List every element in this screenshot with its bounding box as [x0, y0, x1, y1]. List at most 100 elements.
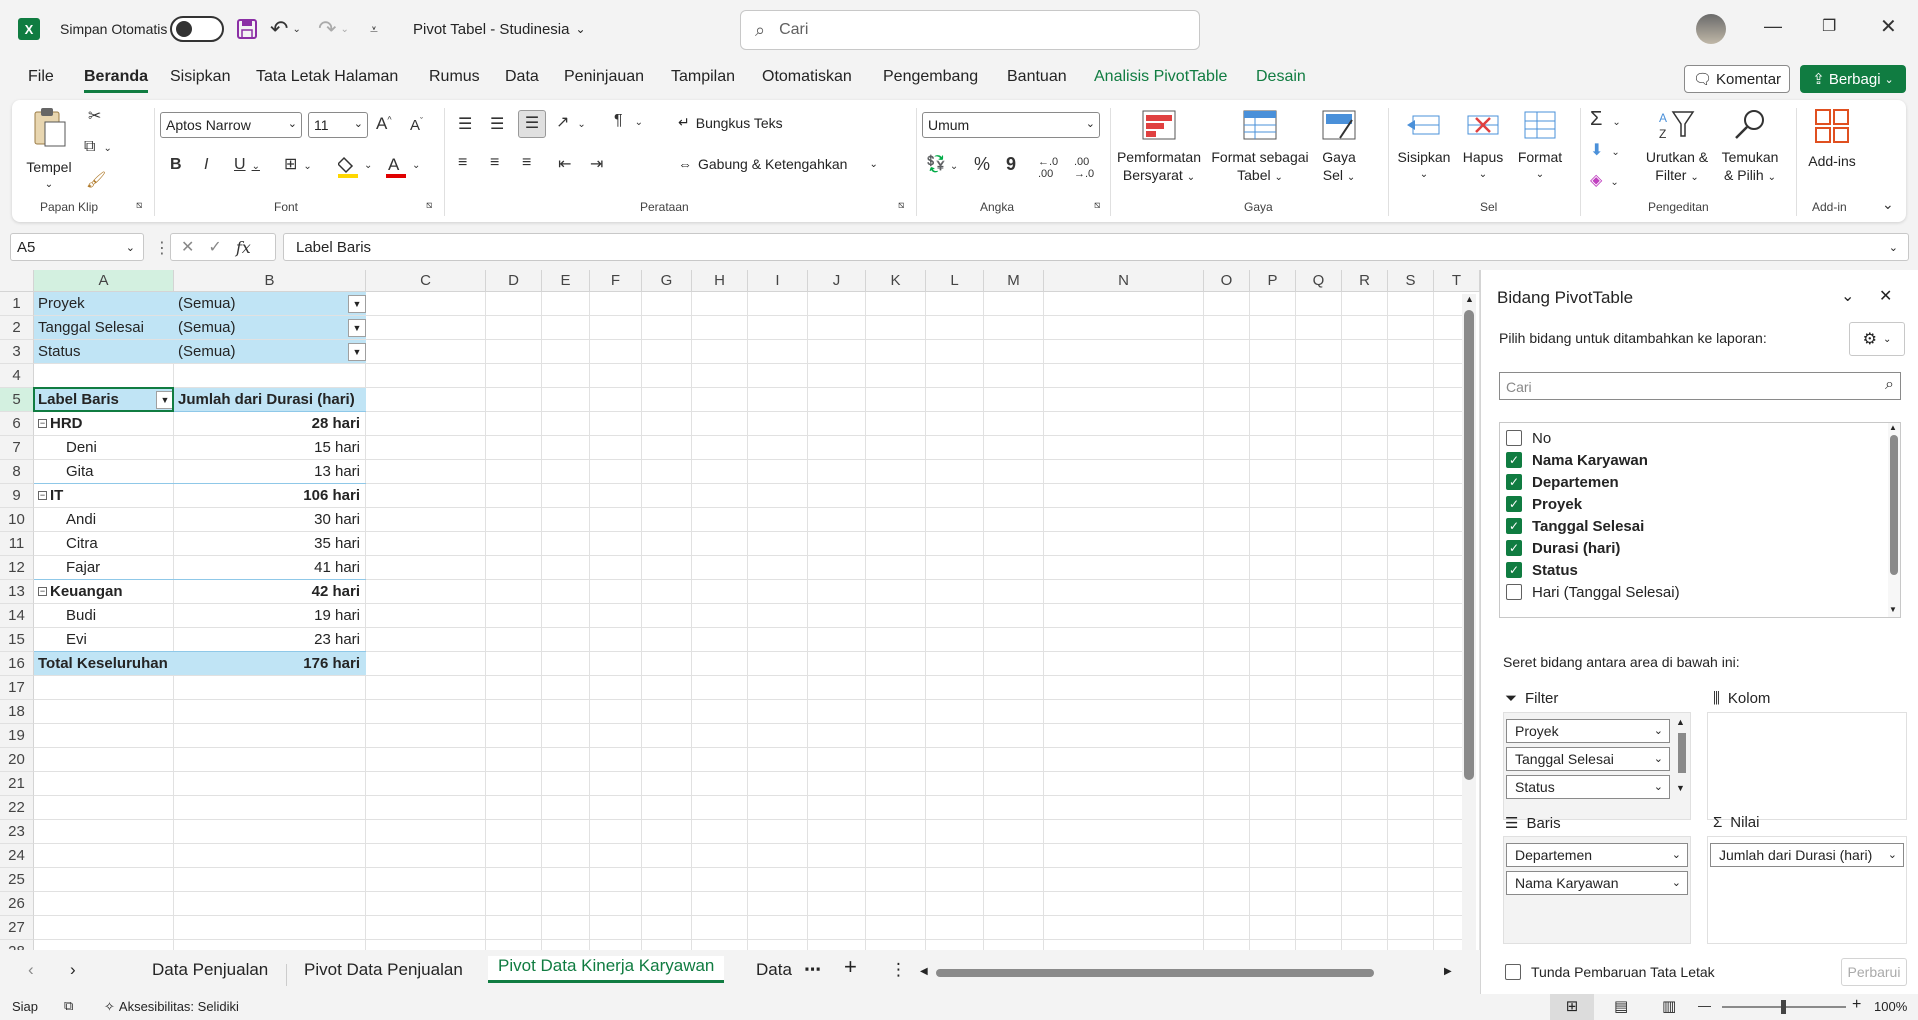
- column-header[interactable]: B: [174, 270, 366, 292]
- tab-bantuan[interactable]: Bantuan: [1007, 68, 1067, 86]
- underline-icon[interactable]: U ⌄: [234, 156, 260, 174]
- filter-scroll-thumb[interactable]: [1678, 733, 1686, 773]
- tab-tampilan[interactable]: Tampilan: [671, 68, 735, 86]
- align-center-icon[interactable]: ≡: [490, 154, 499, 172]
- customize-qat-icon[interactable]: ⩡: [370, 0, 378, 58]
- minimize-icon[interactable]: —: [1764, 16, 1782, 37]
- row-header[interactable]: 28: [0, 940, 34, 950]
- number-format-select[interactable]: Umum ⌄: [922, 112, 1100, 138]
- column-header[interactable]: K: [866, 270, 926, 292]
- item-label[interactable]: Fajar: [66, 556, 170, 580]
- row-header[interactable]: 10: [0, 508, 34, 532]
- tab-file[interactable]: File: [28, 68, 54, 86]
- fill-icon[interactable]: ⬇ ⌄: [1590, 140, 1620, 160]
- align-top-icon[interactable]: ☰: [458, 114, 472, 134]
- group-value[interactable]: 106 hari: [178, 484, 362, 508]
- item-label[interactable]: Andi: [66, 508, 170, 532]
- percent-icon[interactable]: %: [974, 154, 990, 175]
- sheet-tab-pivot-data-penjualan[interactable]: Pivot Data Penjualan: [304, 960, 463, 980]
- group-label[interactable]: Keuangan: [50, 580, 170, 604]
- checkbox-checked-icon[interactable]: ✓: [1506, 474, 1522, 490]
- scroll-left-icon[interactable]: ◀: [920, 966, 928, 977]
- row-header[interactable]: 27: [0, 916, 34, 940]
- row-header[interactable]: 19: [0, 724, 34, 748]
- field-item[interactable]: ✓ Proyek: [1506, 493, 1582, 515]
- sheet-tab-data[interactable]: Data: [756, 960, 792, 980]
- paste-button[interactable]: Tempel ⌄: [24, 106, 74, 194]
- row-header[interactable]: 3: [0, 340, 34, 364]
- values-area[interactable]: Jumlah dari Durasi (hari) ⌄: [1707, 836, 1907, 944]
- column-header[interactable]: G: [642, 270, 692, 292]
- column-header[interactable]: R: [1342, 270, 1388, 292]
- field-search-input[interactable]: Cari ⌕: [1499, 372, 1901, 400]
- checkbox-checked-icon[interactable]: ✓: [1506, 518, 1522, 534]
- item-value[interactable]: 15 hari: [178, 436, 362, 460]
- filter-dropdown-icon[interactable]: ▼: [348, 295, 366, 313]
- group-label[interactable]: IT: [50, 484, 170, 508]
- autosum-icon[interactable]: Σ ⌄: [1590, 108, 1621, 131]
- filter-value[interactable]: (Semua): [178, 292, 362, 316]
- scroll-up-icon[interactable]: ▲: [1465, 294, 1474, 304]
- tab-tata-letak[interactable]: Tata Letak Halaman: [256, 68, 398, 86]
- row-header[interactable]: 26: [0, 892, 34, 916]
- row-header[interactable]: 23: [0, 820, 34, 844]
- borders-icon[interactable]: ⊞ ⌄: [284, 154, 312, 174]
- horizontal-scrollbar[interactable]: ◀ ▶: [920, 966, 1458, 980]
- format-as-table-button[interactable]: Format sebagai Tabel ⌄: [1210, 110, 1310, 187]
- checkbox-checked-icon[interactable]: ✓: [1506, 496, 1522, 512]
- filter-label[interactable]: Status: [38, 340, 170, 364]
- insert-function-icon[interactable]: fx: [236, 238, 251, 257]
- tab-pengembang[interactable]: Pengembang: [883, 68, 978, 86]
- tab-analisis-pivottable[interactable]: Analisis PivotTable: [1094, 68, 1227, 86]
- scroll-up-icon[interactable]: ▲: [1676, 717, 1685, 727]
- cut-icon[interactable]: ✂: [88, 106, 101, 126]
- filter-field-proyek[interactable]: Proyek ⌄: [1506, 719, 1670, 743]
- item-label[interactable]: Deni: [66, 436, 170, 460]
- add-sheet-icon[interactable]: +: [844, 954, 857, 980]
- normal-view-icon[interactable]: ⊞: [1550, 994, 1594, 1020]
- scroll-down-icon[interactable]: ▼: [1889, 605, 1897, 614]
- column-header[interactable]: S: [1388, 270, 1434, 292]
- zoom-in-icon[interactable]: +: [1852, 996, 1861, 1014]
- scroll-right-icon[interactable]: ▶: [1444, 966, 1452, 977]
- tabs-next-icon[interactable]: ›: [70, 960, 76, 980]
- horizontal-scroll-thumb[interactable]: [936, 969, 1374, 977]
- checkbox-checked-icon[interactable]: ✓: [1506, 562, 1522, 578]
- item-value[interactable]: 30 hari: [178, 508, 362, 532]
- value-field-durasi[interactable]: Jumlah dari Durasi (hari) ⌄: [1710, 843, 1904, 867]
- item-value[interactable]: 35 hari: [178, 532, 362, 556]
- insert-cells-button[interactable]: Sisipkan ⌄: [1396, 110, 1452, 184]
- column-header[interactable]: J: [808, 270, 866, 292]
- increase-decimal-icon[interactable]: ←.0.00: [1038, 156, 1058, 180]
- update-button[interactable]: Perbarui: [1841, 958, 1907, 986]
- collapse-icon[interactable]: −: [38, 491, 47, 500]
- columns-area[interactable]: [1707, 712, 1907, 820]
- save-icon[interactable]: [236, 0, 258, 58]
- item-value[interactable]: 13 hari: [178, 460, 362, 484]
- item-label[interactable]: Citra: [66, 532, 170, 556]
- defer-update-checkbox[interactable]: Tunda Pembaruan Tata Letak: [1505, 964, 1715, 980]
- berbagi-button[interactable]: ⇪ Berbagi ⌄: [1800, 65, 1906, 93]
- filter-value[interactable]: (Semua): [178, 316, 362, 340]
- tab-otomatiskan[interactable]: Otomatiskan: [762, 68, 852, 86]
- row-header[interactable]: 16: [0, 652, 34, 676]
- column-header[interactable]: E: [542, 270, 590, 292]
- close-icon[interactable]: ✕: [1880, 14, 1897, 39]
- merge-center-button[interactable]: ⇔ Gabung & Ketengahkan ⌄: [678, 156, 878, 172]
- name-box[interactable]: A5 ⌄: [10, 233, 144, 261]
- grand-total-value[interactable]: 176 hari: [178, 652, 362, 676]
- tab-sisipkan[interactable]: Sisipkan: [170, 68, 230, 86]
- dialog-launcher-icon[interactable]: ⧅: [426, 200, 432, 211]
- document-title[interactable]: Pivot Tabel - Studinesia ⌄: [413, 0, 586, 58]
- row-header[interactable]: 24: [0, 844, 34, 868]
- column-header[interactable]: F: [590, 270, 642, 292]
- row-header[interactable]: 22: [0, 796, 34, 820]
- fill-color-icon[interactable]: ⌄: [336, 154, 374, 181]
- column-header[interactable]: N: [1044, 270, 1204, 292]
- item-value[interactable]: 19 hari: [178, 604, 362, 628]
- pane-options-icon[interactable]: ⌄: [1841, 286, 1854, 306]
- row-header[interactable]: 1: [0, 292, 34, 316]
- bold-icon[interactable]: B: [170, 156, 182, 174]
- rows-area[interactable]: Departemen ⌄ Nama Karyawan ⌄: [1503, 836, 1691, 944]
- avatar[interactable]: [1696, 14, 1726, 44]
